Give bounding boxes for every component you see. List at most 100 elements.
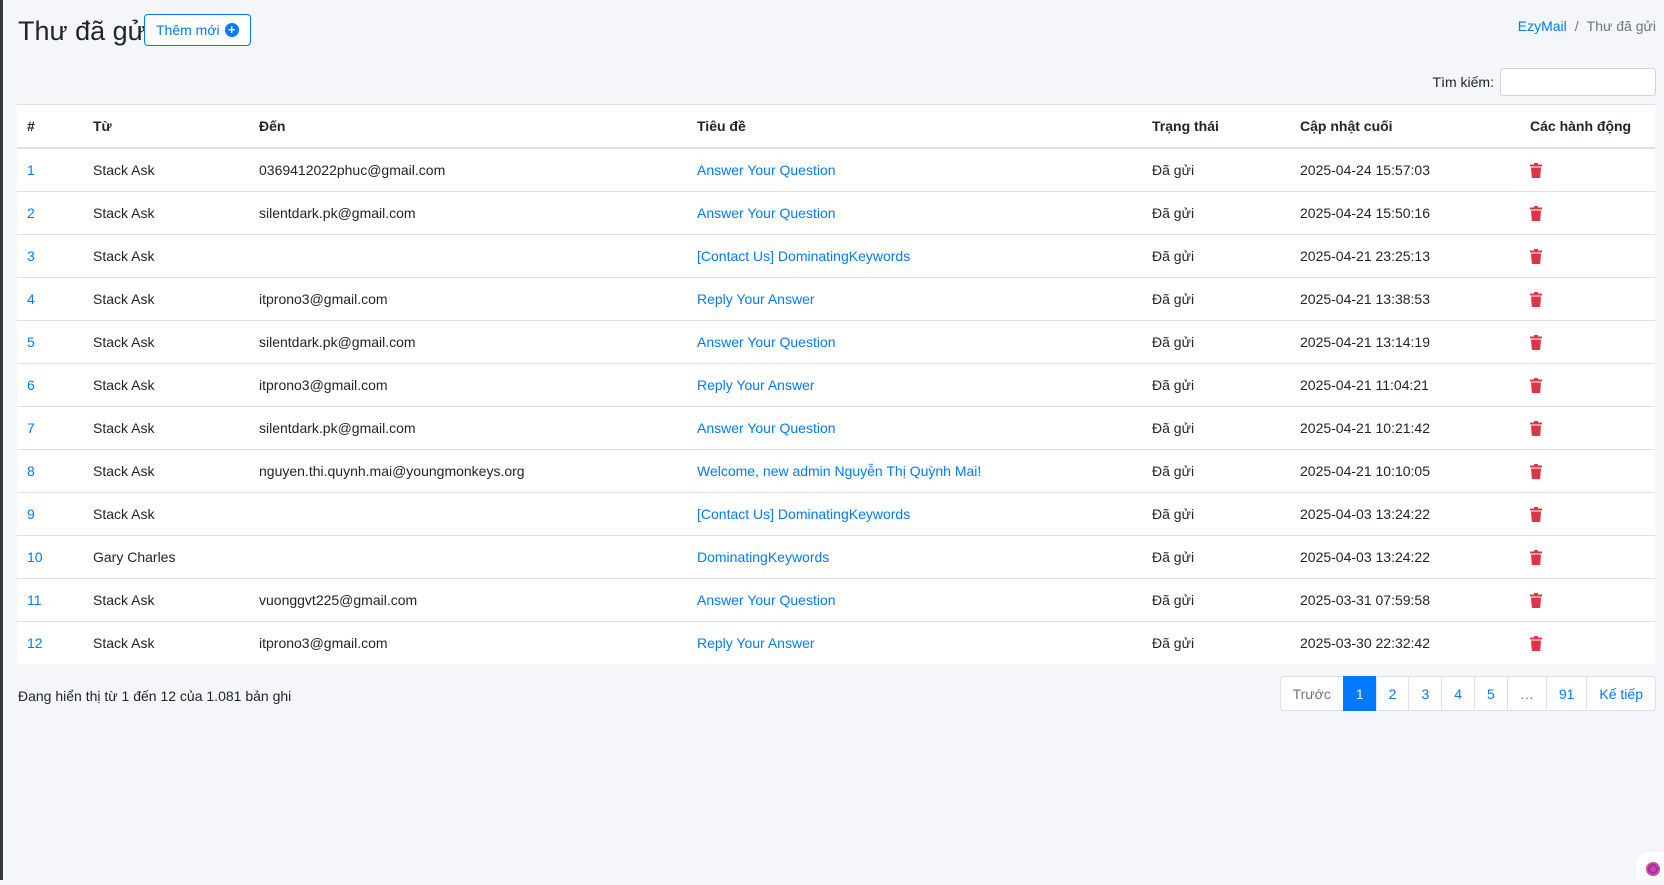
pagination-page-button[interactable]: 91 [1545, 676, 1588, 711]
table-row: 4 Stack Ask itprono3@gmail.com Reply Your A… [17, 277, 1655, 321]
column-header[interactable]: Các hành động [1520, 104, 1655, 149]
row-subject-link[interactable]: Reply Your Answer [697, 635, 815, 651]
row-subject-link[interactable]: Reply Your Answer [697, 377, 815, 393]
row-id-link[interactable]: 5 [27, 334, 35, 350]
trash-icon[interactable] [1530, 335, 1542, 351]
row-updated: 2025-04-21 11:04:21 [1300, 377, 1429, 393]
breadcrumb-current: Thư đã gửi [1586, 18, 1656, 34]
row-updated: 2025-04-24 15:57:03 [1300, 162, 1430, 178]
column-header[interactable]: Đến [249, 104, 687, 149]
row-from: Stack Ask [93, 635, 155, 651]
row-status: Đã gửi [1152, 248, 1195, 264]
row-subject-link[interactable]: [Contact Us] DominatingKeywords [697, 506, 910, 522]
row-updated: 2025-04-24 15:50:16 [1300, 205, 1430, 221]
row-id-link[interactable]: 11 [27, 592, 42, 608]
row-id-link[interactable]: 6 [27, 377, 35, 393]
row-status: Đã gửi [1152, 506, 1195, 522]
row-from: Stack Ask [93, 334, 155, 350]
search-label: Tìm kiếm: [1432, 74, 1494, 90]
column-header[interactable]: Cập nhật cuối [1290, 104, 1520, 149]
row-id-link[interactable]: 4 [27, 291, 35, 307]
row-from: Stack Ask [93, 248, 155, 264]
row-id-link[interactable]: 3 [27, 248, 35, 264]
row-status: Đã gửi [1152, 592, 1195, 608]
column-header[interactable]: Trạng thái [1142, 104, 1290, 149]
table-header-row: # Từ Đến Tiêu đề Trạng thái Cập nhật cuối Các … [17, 104, 1655, 149]
trash-icon[interactable] [1530, 636, 1542, 652]
row-status: Đã gửi [1152, 205, 1195, 221]
column-header[interactable]: # [17, 104, 83, 149]
row-from: Gary Charles [93, 549, 176, 565]
row-id-link[interactable]: 1 [27, 162, 35, 178]
row-subject-link[interactable]: Welcome, new admin Nguyễn Thị Quỳnh Mai! [697, 463, 981, 479]
row-updated: 2025-04-21 10:10:05 [1300, 463, 1430, 479]
pagination-page-button[interactable]: 5 [1474, 676, 1508, 711]
breadcrumb-home-link[interactable]: EzyMail [1518, 18, 1567, 34]
trash-icon[interactable] [1530, 378, 1542, 394]
column-header[interactable]: Tiêu đề [687, 104, 1142, 149]
row-updated: 2025-04-21 23:25:13 [1300, 248, 1430, 264]
pagination-prev-button[interactable]: Trước [1279, 676, 1344, 711]
row-subject-link[interactable]: [Contact Us] DominatingKeywords [697, 248, 910, 264]
table-row: 9 Stack Ask [Contact Us] DominatingKeyword… [17, 492, 1655, 536]
trash-icon[interactable] [1530, 550, 1542, 566]
row-subject-link[interactable]: Answer Your Question [697, 162, 836, 178]
row-subject-link[interactable]: DominatingKeywords [697, 549, 829, 565]
add-new-button-label: Thêm mới [156, 22, 220, 38]
row-updated: 2025-04-21 13:14:19 [1300, 334, 1430, 350]
trash-icon[interactable] [1530, 163, 1542, 179]
search-row: Tìm kiếm: [1433, 68, 1656, 96]
trash-icon[interactable] [1530, 292, 1542, 308]
table-row: 10 Gary Charles DominatingKeywords Đã gửi 20… [17, 535, 1655, 579]
plus-circle-icon: + [224, 23, 239, 37]
row-updated: 2025-04-03 13:24:22 [1300, 506, 1430, 522]
table-row: 3 Stack Ask [Contact Us] DominatingKeyword… [17, 234, 1655, 278]
row-id-link[interactable]: 7 [27, 420, 35, 436]
row-id-link[interactable]: 8 [27, 463, 35, 479]
row-from: Stack Ask [93, 592, 155, 608]
pagination-page-button[interactable]: 3 [1408, 676, 1443, 711]
row-subject-link[interactable]: Answer Your Question [697, 420, 836, 436]
row-to: itprono3@gmail.com [259, 291, 388, 307]
row-status: Đã gửi [1152, 635, 1195, 651]
search-input[interactable] [1500, 68, 1656, 96]
row-status: Đã gửi [1152, 291, 1195, 307]
row-from: Stack Ask [93, 205, 155, 221]
row-to: vuonggvt225@gmail.com [259, 592, 418, 608]
row-subject-link[interactable]: Answer Your Question [697, 205, 836, 221]
pagination-page-button[interactable]: 1 [1342, 676, 1377, 711]
add-new-button[interactable]: Thêm mới + [144, 14, 251, 46]
brain-icon[interactable] [1636, 852, 1664, 880]
breadcrumb-separator: / [1574, 18, 1579, 34]
row-status: Đã gửi [1152, 549, 1195, 565]
pagination-next-button[interactable]: Kế tiếp [1586, 676, 1656, 711]
row-subject-link[interactable]: Answer Your Question [697, 592, 836, 608]
row-subject-link[interactable]: Reply Your Answer [697, 291, 815, 307]
row-updated: 2025-04-03 13:24:22 [1300, 549, 1430, 565]
row-status: Đã gửi [1152, 420, 1195, 436]
row-updated: 2025-04-21 13:38:53 [1300, 291, 1430, 307]
trash-icon[interactable] [1530, 593, 1542, 609]
row-subject-link[interactable]: Answer Your Question [697, 334, 836, 350]
table-row: 5 Stack Ask silentdark.pk@gmail.com Answer … [17, 320, 1655, 364]
row-id-link[interactable]: 2 [27, 205, 35, 221]
row-id-link[interactable]: 9 [27, 506, 35, 522]
pagination-page-button[interactable]: 4 [1441, 676, 1476, 711]
trash-icon[interactable] [1530, 421, 1542, 437]
row-id-link[interactable]: 12 [27, 635, 43, 651]
pagination-page-button[interactable]: 2 [1375, 676, 1410, 711]
row-id-link[interactable]: 10 [27, 549, 43, 565]
row-status: Đã gửi [1152, 162, 1195, 178]
table-row: 12 Stack Ask itprono3@gmail.com Reply Your … [17, 621, 1655, 664]
row-from: Stack Ask [93, 162, 155, 178]
trash-icon[interactable] [1530, 206, 1542, 222]
row-updated: 2025-04-21 10:21:42 [1300, 420, 1430, 436]
breadcrumb: EzyMail / Thư đã gửi [1518, 18, 1656, 34]
trash-icon[interactable] [1530, 507, 1542, 523]
trash-icon[interactable] [1530, 464, 1542, 480]
row-to: 0369412022phuc@gmail.com [259, 162, 446, 178]
trash-icon[interactable] [1530, 249, 1542, 265]
row-from: Stack Ask [93, 463, 155, 479]
column-header[interactable]: Từ [83, 104, 249, 149]
row-to: itprono3@gmail.com [259, 635, 388, 651]
